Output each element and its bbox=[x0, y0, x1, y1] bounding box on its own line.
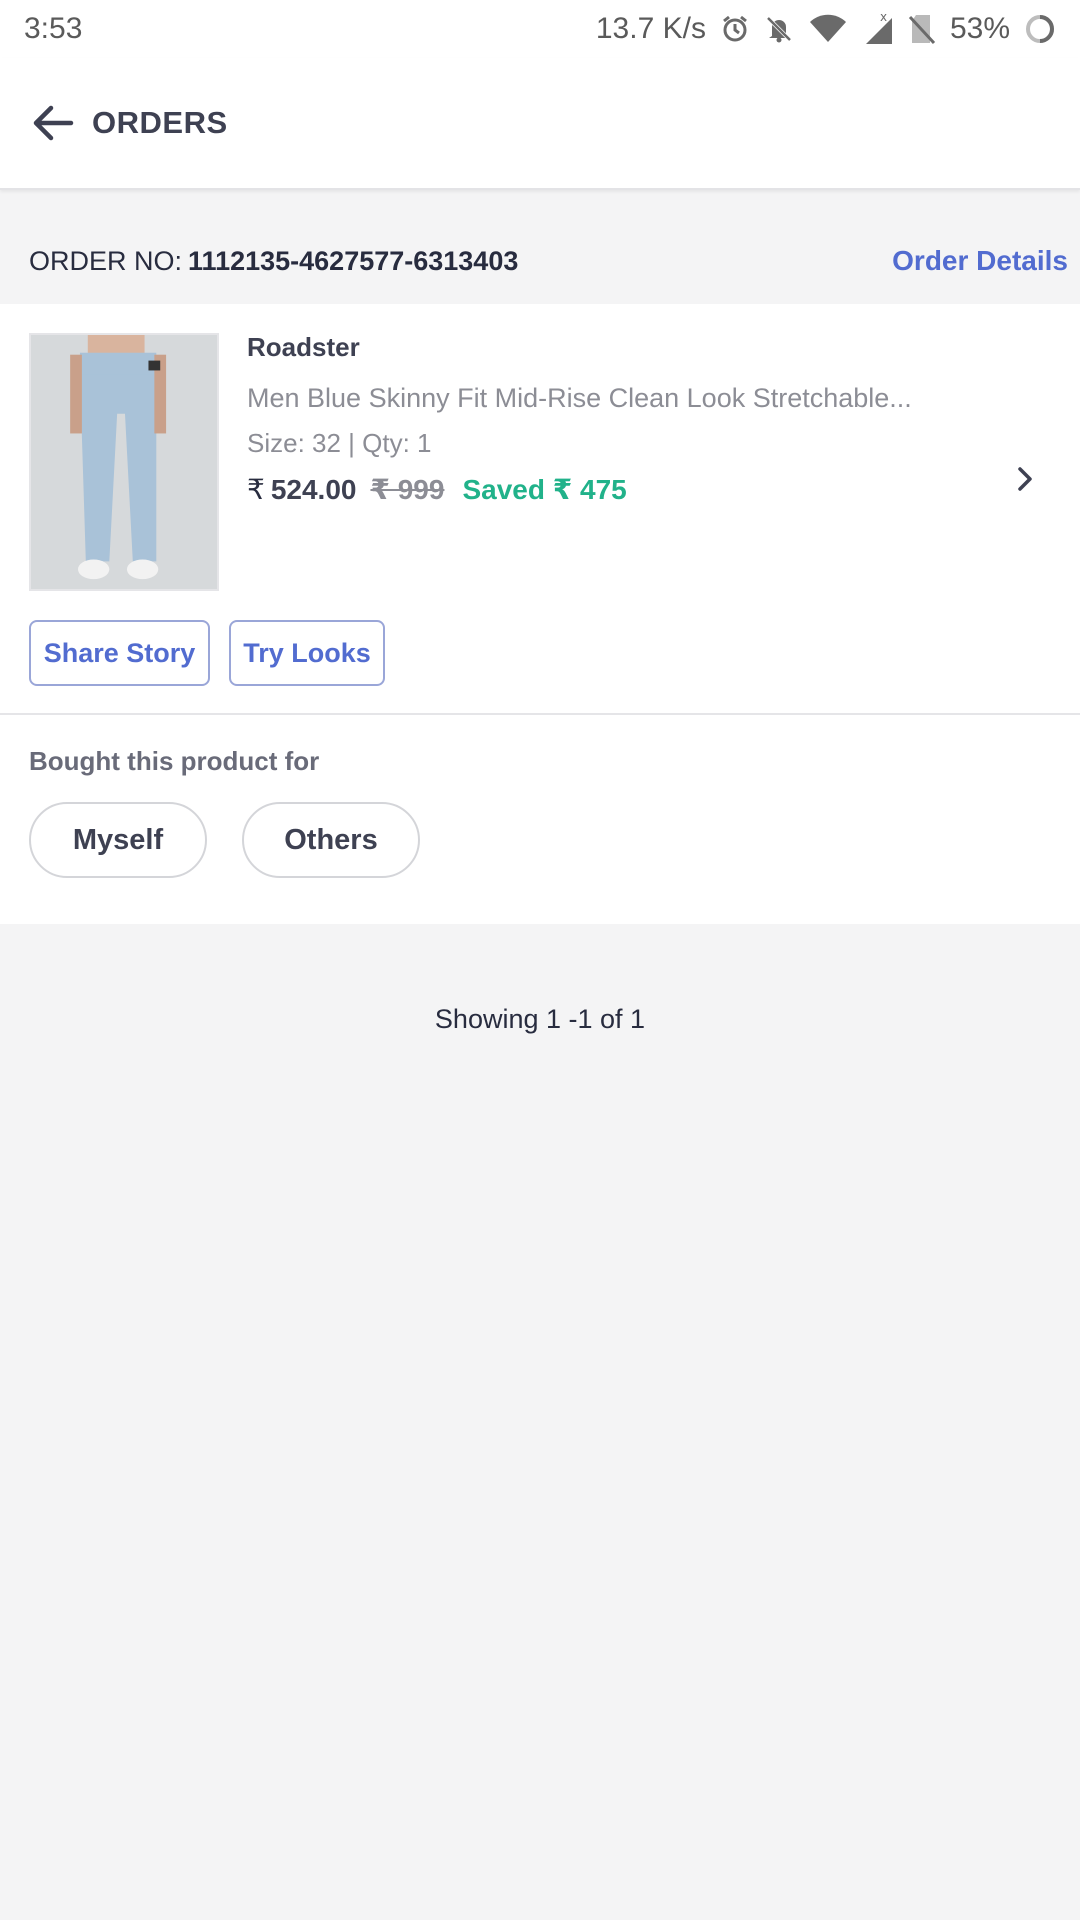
battery-level: 53% bbox=[949, 12, 1010, 45]
product-image[interactable] bbox=[29, 333, 219, 591]
cell-signal-icon: x bbox=[862, 12, 894, 46]
network-speed: 13.7 K/s bbox=[595, 12, 706, 45]
try-looks-button[interactable]: Try Looks bbox=[229, 620, 385, 686]
no-sim-icon bbox=[908, 13, 936, 45]
chevron-right-icon[interactable] bbox=[1010, 464, 1040, 494]
product-info[interactable]: Roadster Men Blue Skinny Fit Mid-Rise Cl… bbox=[247, 332, 1040, 506]
product-brand: Roadster bbox=[247, 332, 360, 362]
order-number: ORDER NO: 1112135-4627577-6313403 bbox=[29, 246, 518, 277]
order-number-value: 1112135-4627577-6313403 bbox=[188, 245, 519, 276]
alarm-icon bbox=[720, 14, 750, 44]
status-bar: 3:53 13.7 K/s x 53% bbox=[0, 0, 1080, 58]
bell-off-icon bbox=[764, 14, 794, 44]
product-price: 524.00 bbox=[270, 474, 357, 505]
bought-for-label: Bought this product for bbox=[29, 746, 320, 776]
product-size-qty: Size: 32 | Qty: 1 bbox=[247, 428, 432, 458]
pagination-text: Showing 1 -1 of 1 bbox=[434, 1004, 646, 1034]
bought-for-myself-button[interactable]: Myself bbox=[29, 802, 207, 878]
svg-text:x: x bbox=[880, 12, 887, 24]
status-time: 3:53 bbox=[24, 12, 83, 45]
battery-icon bbox=[1024, 13, 1056, 45]
price-row: ₹ 524.00 ₹ 999 Saved ₹ 475 bbox=[247, 473, 1040, 506]
back-button[interactable] bbox=[18, 88, 88, 158]
order-details-link[interactable]: Order Details bbox=[892, 245, 1068, 277]
order-number-label: ORDER NO: bbox=[29, 245, 183, 276]
status-icons: 13.7 K/s x 53% bbox=[596, 12, 1056, 46]
order-header: ORDER NO: 1112135-4627577-6313403 Order D… bbox=[0, 218, 1080, 304]
savings-text: Saved ₹ 475 bbox=[462, 474, 627, 505]
page-title: ORDERS bbox=[92, 105, 228, 140]
order-item-card: Roadster Men Blue Skinny Fit Mid-Rise Cl… bbox=[0, 304, 1080, 924]
app-bar: ORDERS bbox=[0, 58, 1080, 190]
share-story-button[interactable]: Share Story bbox=[29, 620, 210, 686]
arrow-left-icon bbox=[33, 105, 74, 141]
product-name: Men Blue Skinny Fit Mid-Rise Clean Look … bbox=[247, 383, 912, 413]
divider bbox=[0, 713, 1080, 715]
wifi-icon bbox=[808, 14, 848, 44]
product-mrp: ₹ 999 bbox=[370, 474, 445, 505]
bought-for-others-button[interactable]: Others bbox=[242, 802, 420, 878]
currency-symbol: ₹ bbox=[247, 474, 265, 505]
